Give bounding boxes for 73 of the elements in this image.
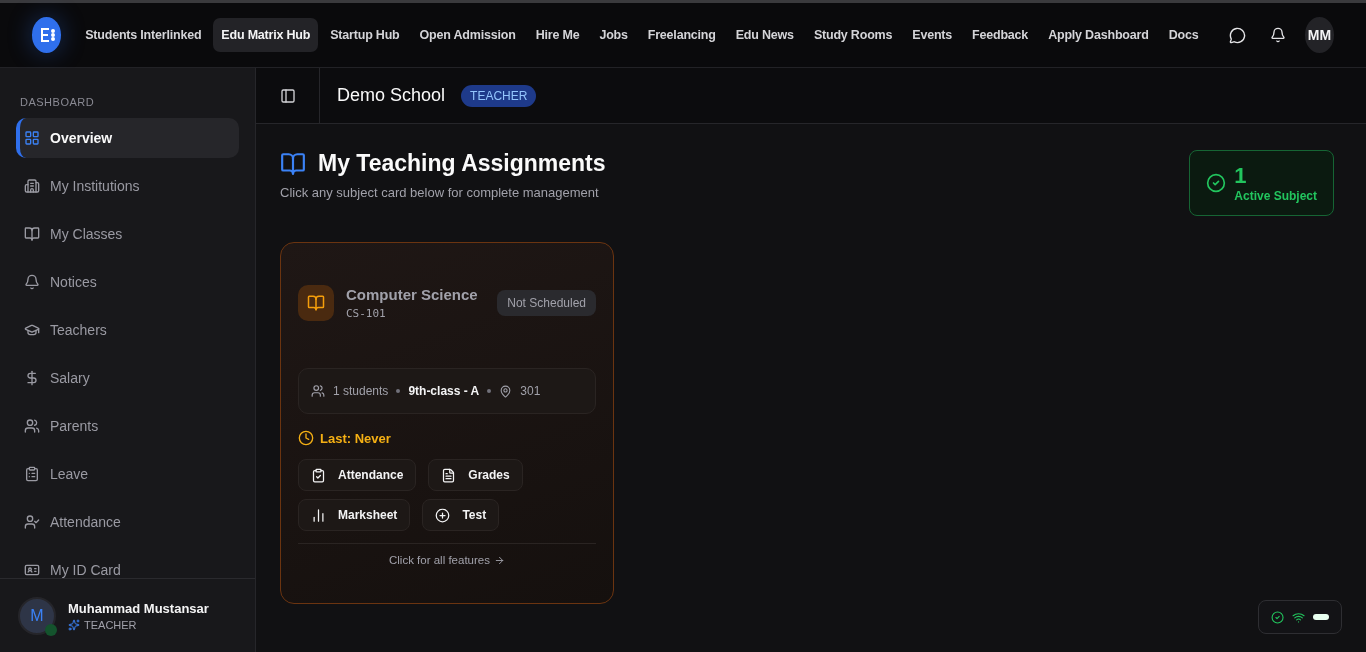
check-circle-icon: [1271, 609, 1285, 625]
clipboard-check-icon: [311, 467, 326, 483]
stat-value: 1: [1234, 163, 1248, 189]
sidebar-item[interactable]: Attendance: [16, 502, 239, 542]
nav-tab[interactable]: Open Admission: [411, 18, 524, 52]
check-circle-icon: [1206, 173, 1227, 193]
role-badge: TEACHER: [461, 84, 537, 107]
all-features-link[interactable]: Click for all features: [298, 543, 596, 566]
subject-code: CS-101: [346, 307, 387, 320]
action-button[interactable]: Grades: [428, 459, 523, 491]
logo-icon[interactable]: [32, 17, 62, 53]
bell-icon: [24, 274, 40, 290]
sparkle-icon: [68, 618, 80, 631]
section-label: DASHBOARD: [19, 96, 96, 110]
clock-icon: [298, 430, 314, 446]
last-session: Last: Never: [320, 430, 391, 446]
nav-tab[interactable]: Students Interlinked: [77, 18, 210, 52]
nav-tab[interactable]: Study Rooms: [805, 18, 901, 52]
clipboard-icon: [24, 466, 40, 482]
nav-tab[interactable]: Edu Matrix Hub: [213, 18, 319, 52]
plus-circle-icon: [435, 507, 451, 523]
nav-tab[interactable]: Jobs: [591, 18, 636, 52]
sidebar-item[interactable]: Notices: [16, 262, 239, 302]
user-role: TEACHER: [84, 618, 137, 631]
map-pin-icon: [499, 384, 513, 398]
sidebar-item[interactable]: My Classes: [16, 214, 239, 254]
page-subtitle: Click any subject card below for complete management: [280, 185, 600, 200]
page-title: My Teaching Assignments: [318, 150, 606, 177]
bar-chart-icon: [311, 507, 326, 523]
book-icon: [298, 285, 334, 321]
nav-tab[interactable]: Hire Me: [527, 18, 588, 52]
sidebar-toggle-icon: [279, 87, 296, 104]
sidebar-item[interactable]: My Institutions: [16, 166, 239, 206]
book-icon: [24, 226, 40, 242]
user-avatar[interactable]: MM: [1304, 17, 1334, 53]
nav-tab[interactable]: Feedback: [964, 18, 1037, 52]
user-avatar: M: [18, 596, 56, 635]
pill-icon: [1313, 614, 1329, 620]
sidebar-item[interactable]: Teachers: [16, 310, 239, 350]
room-number: 301: [520, 384, 541, 398]
nav-tab[interactable]: Freelancing: [639, 18, 724, 52]
sidebar-item[interactable]: Salary: [16, 358, 239, 398]
nav-tab[interactable]: Events: [904, 18, 961, 52]
sidebar-item[interactable]: Parents: [16, 406, 239, 446]
nav-tab[interactable]: Docs: [1160, 18, 1207, 52]
class-name: 9th-class - A: [408, 384, 480, 398]
subject-card[interactable]: Computer Science CS-101 Not Scheduled 1 students 9th-class - A 301 Last: Never Attendance Grades Marksheet Test Click for all features: [280, 242, 614, 604]
status-badge: Not Scheduled: [497, 290, 596, 316]
users-icon: [311, 384, 325, 398]
graduation-cap-icon: [24, 322, 40, 338]
users-icon: [24, 418, 40, 434]
id-card-icon: [24, 562, 40, 578]
action-button[interactable]: Test: [422, 499, 500, 531]
nav-tab[interactable]: Edu News: [727, 18, 802, 52]
sidebar-item[interactable]: My ID Card: [16, 550, 239, 578]
student-count: 1 students: [333, 384, 389, 398]
grid-icon: [24, 130, 40, 146]
action-button[interactable]: Marksheet: [298, 499, 411, 531]
building-icon: [24, 178, 40, 194]
nav-tab[interactable]: Apply Dashboard: [1040, 18, 1157, 52]
arrow-icon: [494, 554, 505, 566]
document-icon: [441, 467, 457, 483]
nav-tab[interactable]: Startup Hub: [322, 18, 408, 52]
stat-label: Active Subject: [1234, 189, 1317, 203]
sidebar-item[interactable]: Overview: [16, 118, 239, 158]
dollar-icon: [24, 370, 40, 386]
sidebar-item[interactable]: Leave: [16, 454, 239, 494]
action-button[interactable]: Attendance: [298, 459, 417, 491]
subject-name: Computer Science: [346, 286, 478, 303]
user-check-icon: [24, 514, 40, 530]
user-name: Muhammad Mustansar: [68, 600, 209, 616]
book-icon: [280, 150, 306, 177]
school-name: Demo School: [337, 85, 446, 106]
